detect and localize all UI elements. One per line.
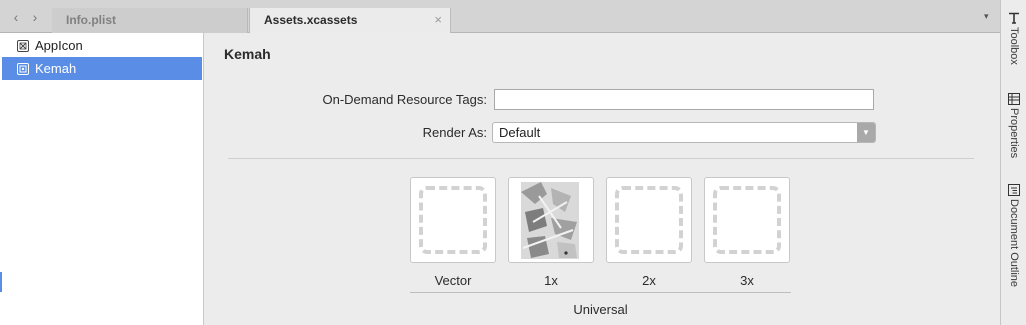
selection-edge-marker	[0, 272, 2, 292]
editor-tab-bar: ‹ › Info.plist Assets.xcassets × ▾	[0, 0, 1000, 33]
tab-label: Toolbox	[1008, 27, 1020, 65]
tab-label: Assets.xcassets	[264, 13, 358, 27]
render-as-value: Default	[499, 125, 541, 140]
document-outline-icon	[1008, 184, 1020, 196]
tab-assets-xcassets[interactable]: Assets.xcassets ×	[249, 8, 451, 33]
tab-document-outline[interactable]: Document Outline	[1004, 184, 1024, 287]
chevron-right-icon[interactable]: ›	[28, 9, 42, 25]
slot-1x[interactable]	[508, 177, 594, 263]
empty-slot-placeholder	[419, 186, 487, 254]
tab-label: Info.plist	[66, 13, 116, 27]
image-thumbnail	[521, 182, 579, 259]
group-divider	[410, 292, 791, 293]
empty-slot-placeholder	[615, 186, 683, 254]
chevron-down-icon: ▼	[857, 123, 875, 142]
slot-2x[interactable]	[606, 177, 692, 263]
sidebar-item-kemah[interactable]: Kemah	[2, 57, 202, 80]
toolbox-icon	[1008, 12, 1020, 24]
slot-label-3x: 3x	[740, 273, 754, 288]
on-demand-tags-label: On-Demand Resource Tags:	[322, 92, 487, 107]
group-label-universal: Universal	[573, 302, 628, 317]
tab-toolbox[interactable]: Toolbox	[1004, 12, 1024, 65]
page-title: Kemah	[224, 46, 271, 62]
image-set-icon	[17, 62, 29, 75]
sidebar-item-appicon[interactable]: AppIcon	[2, 34, 202, 57]
slot-label-2x: 2x	[642, 273, 656, 288]
right-panel-tabs: Toolbox Properties Document Outline	[1000, 0, 1026, 325]
chevron-left-icon[interactable]: ‹	[9, 9, 23, 25]
asset-list-sidebar: AppIcon Kemah	[0, 33, 204, 325]
tab-label: Document Outline	[1008, 199, 1020, 288]
render-as-select[interactable]: Default ▼	[492, 122, 876, 143]
slot-3x[interactable]	[704, 177, 790, 263]
slot-label-1x: 1x	[544, 273, 558, 288]
divider	[228, 158, 974, 159]
empty-slot-placeholder	[713, 186, 781, 254]
properties-icon	[1008, 93, 1020, 105]
asset-editor: Kemah On-Demand Resource Tags: Render As…	[205, 34, 999, 325]
appicon-set-icon	[17, 39, 29, 52]
close-icon[interactable]: ×	[434, 12, 442, 27]
slot-label-vector: Vector	[434, 273, 472, 288]
sidebar-item-label: AppIcon	[35, 38, 83, 53]
tab-properties[interactable]: Properties	[1004, 93, 1024, 158]
tab-overflow-dropdown-icon[interactable]: ▾	[984, 11, 989, 22]
tab-label: Properties	[1008, 108, 1020, 159]
slot-vector[interactable]	[410, 177, 496, 263]
sidebar-item-label: Kemah	[35, 61, 77, 76]
tab-info-plist[interactable]: Info.plist	[52, 8, 248, 33]
on-demand-tags-input[interactable]	[494, 89, 874, 110]
render-as-label: Render As:	[422, 125, 487, 140]
